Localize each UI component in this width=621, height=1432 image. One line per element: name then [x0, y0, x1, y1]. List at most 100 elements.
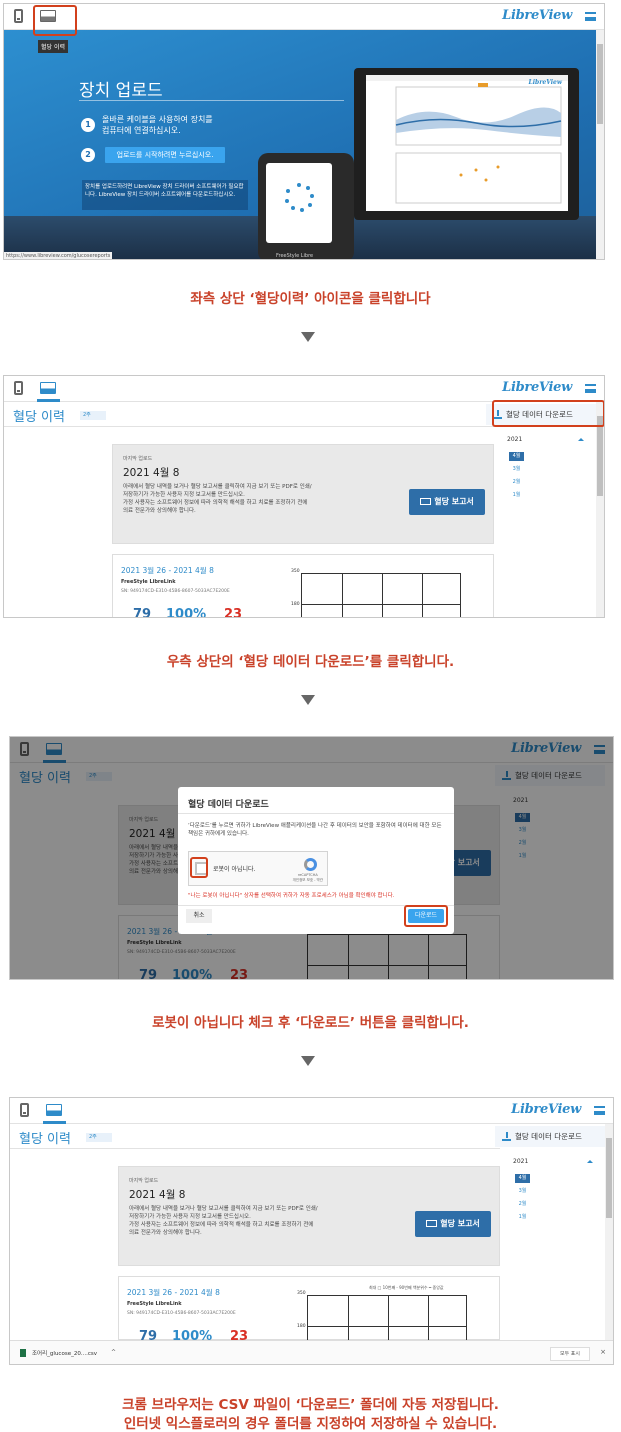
y-axis-label: 180 [291, 602, 300, 607]
caption-step3: 로봇이 아닙니다 체크 후 ‘다운로드’ 버튼을 클릭합니다. [152, 1015, 469, 1031]
period-card: 2021 3월 26 - 2021 4월 8 FreeStyle LibreLi… [118, 1276, 500, 1345]
caption-step4-line1: 크롬 브라우저는 CSV 파일이 ‘다운로드’ 폴더에 자동 저장됩니다. [122, 1397, 499, 1413]
glucose-report-button[interactable]: 혈당 보고서 [415, 1211, 491, 1237]
driver-note: 장치를 업로드하려면 LibreView 장치 드라이버 소프트웨어가 필요합니… [82, 180, 248, 210]
period-select[interactable]: 2주 [80, 411, 106, 420]
last-upload-label: 마지막 업로드 [123, 456, 153, 462]
sidebar-month[interactable]: 1월 [509, 491, 524, 500]
menu-icon[interactable] [585, 12, 596, 21]
caption-step4-line2: 인터넷 익스플로러의 경우 폴더를 지정하여 저장하실 수 있습니다. [123, 1416, 498, 1432]
serial-number: SN: 949174CD-E310-45B6-8607-5033AC7E200E [121, 589, 230, 594]
glucose-chart [307, 1295, 467, 1345]
last-upload-body: 아래에서 혈당 내역을 보거나 혈당 보고서를 클릭하여 지금 보기 또는 PD… [123, 484, 312, 514]
stat-value: 100% [166, 607, 207, 618]
divider [10, 1148, 500, 1149]
screen-brand: LibreView [528, 79, 562, 86]
device-upload-icon[interactable] [14, 381, 23, 395]
brand-logo: LibreView [511, 1102, 581, 1117]
download-data-button[interactable]: 혈당 데이터 다운로드 [495, 1126, 605, 1147]
brand-logo: LibreView [502, 8, 572, 23]
sidebar-year: 2021 [507, 436, 523, 443]
report-icon [420, 498, 432, 505]
scrollbar[interactable] [605, 1124, 613, 1364]
show-all-button[interactable]: 모두 표시 [550, 1347, 590, 1361]
menu-icon[interactable] [585, 384, 596, 393]
download-icon [502, 1132, 511, 1141]
sidebar-month[interactable]: 2월 [509, 478, 524, 487]
active-tab-indicator [37, 399, 60, 402]
date-range: 2021 3월 26 - 2021 4월 8 [121, 566, 214, 575]
stat-value: 23 [224, 607, 243, 618]
csv-file-icon [20, 1349, 26, 1357]
cancel-button[interactable]: 취소 [186, 909, 212, 923]
down-arrow [301, 332, 315, 342]
modal-title: 혈당 데이터 다운로드 [188, 800, 269, 810]
highlight-box [33, 5, 77, 36]
sidebar-month[interactable]: 4월 [515, 1174, 530, 1183]
file-name: 조어리_glucose_20....csv [32, 1351, 97, 1357]
divider [79, 100, 344, 101]
down-arrow [301, 695, 315, 705]
step-1-text: 올바른 케이블을 사용하여 장치를 컴퓨터에 연결하십시오. [102, 115, 213, 135]
panel-history: LibreView 혈당 이력 2주 혈당 데이터 다운로드 2021 4월 3… [3, 375, 605, 618]
sidebar-month[interactable]: 1월 [515, 1213, 530, 1222]
chart-legend: 최대 □ 10번째 - 90번째 백분위수 ━ 중앙값 [369, 1285, 444, 1290]
download-shelf: 조어리_glucose_20....csv ^ 모두 표시 × [10, 1340, 613, 1364]
last-upload-card: 마지막 업로드 2021 4월 8 아래에서 혈당 내역을 보거나 혈당 보고서… [118, 1166, 500, 1266]
last-upload-date: 2021 4월 8 [123, 467, 180, 479]
scrollbar[interactable] [596, 402, 604, 617]
brand-logo: LibreView [502, 380, 572, 395]
start-upload-button[interactable]: 업로드를 시작하려면 누르십시오. [105, 147, 225, 163]
sidebar-month[interactable]: 4월 [509, 452, 524, 461]
collapse-icon[interactable] [587, 1160, 593, 1163]
period-select[interactable]: 2주 [86, 1133, 112, 1142]
period-card: 2021 3월 26 - 2021 4월 8 FreeStyle LibreLi… [112, 554, 494, 618]
close-icon[interactable]: × [600, 1348, 606, 1356]
collapse-icon[interactable] [578, 438, 584, 441]
report-icon [426, 1220, 438, 1227]
glucose-history-icon[interactable] [46, 1104, 62, 1116]
last-upload-card: 마지막 업로드 2021 4월 8 아래에서 혈당 내역을 보거나 혈당 보고서… [112, 444, 494, 544]
glucose-history-icon[interactable] [40, 382, 56, 394]
recaptcha-widget: 로봇이 아닙니다. reCAPTCHA 개인정보 보호 - 약관 [188, 851, 328, 886]
highlight-box [404, 905, 448, 927]
last-upload-label: 마지막 업로드 [129, 1178, 159, 1184]
file-options-icon[interactable]: ^ [111, 1349, 116, 1356]
monitor-screen: LibreView [366, 75, 568, 211]
menu-icon[interactable] [594, 1106, 605, 1115]
scrollbar[interactable] [596, 30, 604, 259]
report-button-label: 혈당 보고서 [440, 1219, 480, 1228]
glucose-report-button[interactable]: 혈당 보고서 [409, 489, 485, 515]
date-range: 2021 3월 26 - 2021 4월 8 [127, 1288, 220, 1297]
downloaded-file[interactable]: 조어리_glucose_20....csv [20, 1349, 97, 1357]
download-button-label: 혈당 데이터 다운로드 [515, 1132, 582, 1141]
reader-screen [266, 163, 332, 243]
top-bar: LibreView [10, 1098, 613, 1124]
sidebar-month[interactable]: 2월 [515, 1200, 530, 1209]
sidebar-month[interactable]: 3월 [515, 1187, 530, 1196]
product-name: FreeStyle LibreLink [121, 579, 176, 585]
captcha-terms[interactable]: 개인정보 보호 - 약관 [293, 878, 323, 882]
device-upload-icon[interactable] [14, 9, 23, 23]
product-name: FreeStyle LibreLink [127, 1301, 182, 1307]
caption-step2: 우측 상단의 ‘혈당 데이터 다운로드’를 클릭합니다. [166, 654, 455, 670]
sidebar-month[interactable]: 3월 [509, 465, 524, 474]
report-button-label: 혈당 보고서 [434, 497, 474, 506]
divider [178, 813, 454, 814]
device-upload-icon[interactable] [20, 1103, 29, 1117]
y-axis-label: 350 [297, 1291, 306, 1296]
highlight-box [492, 400, 604, 427]
status-url: https://www.libreview.com/glucosereports [4, 252, 113, 259]
captcha-brand: reCAPTCHA 개인정보 보호 - 약관 [293, 873, 323, 883]
recaptcha-logo-icon [304, 858, 317, 871]
sidebar-year: 2021 [513, 1158, 529, 1165]
divider [4, 426, 494, 427]
download-modal: 혈당 데이터 다운로드 ‘다운로드’를 누르면 귀하가 LibreView 애플… [178, 787, 454, 934]
y-axis-label: 180 [297, 1324, 306, 1329]
captcha-label: 로봇이 아닙니다. [213, 866, 256, 873]
page-title: 혈당 이력 [19, 1132, 71, 1147]
captcha-warning: "나는 로봇이 아닙니다" 상자를 선택하여 귀하가 자동 프로세스가 아님을 … [188, 893, 395, 899]
step-1-badge: 1 [81, 118, 95, 132]
y-axis-label: 350 [291, 569, 300, 574]
panel-downloaded: LibreView 혈당 이력 2주 혈당 데이터 다운로드 2021 4월 3… [9, 1097, 614, 1365]
